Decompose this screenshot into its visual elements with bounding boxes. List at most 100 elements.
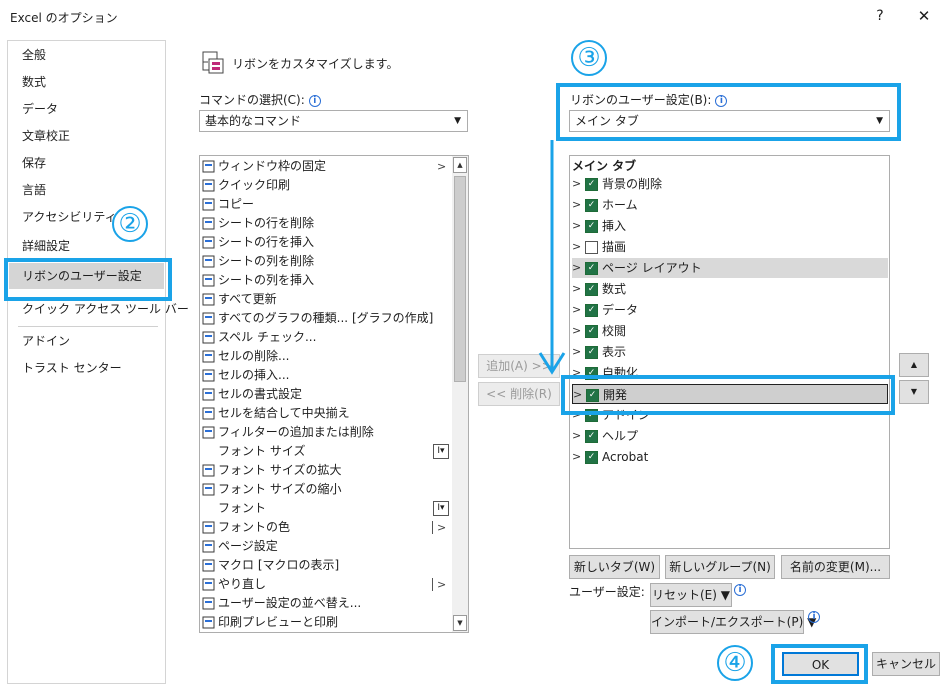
- expand-icon[interactable]: >: [572, 426, 581, 446]
- ribbon-tab-item[interactable]: > ✓ データ: [572, 300, 772, 320]
- new-group-button[interactable]: 新しいグループ(N): [665, 555, 775, 579]
- ribbon-tab-item[interactable]: > ✓ 挿入: [572, 216, 772, 236]
- ribbon-tab-item[interactable]: > ✓ 表示: [572, 342, 772, 362]
- commands-list[interactable]: ウィンドウ枠の固定 > クイック印刷 コピー シートの行を削除 シートの行を挿入 シートの列…: [199, 155, 469, 633]
- command-item[interactable]: ページ設定: [201, 537, 449, 556]
- expand-icon[interactable]: >: [572, 342, 581, 362]
- close-button[interactable]: ✕: [912, 4, 936, 28]
- copy-icon: [201, 197, 217, 212]
- checkbox[interactable]: ✓: [585, 325, 598, 338]
- checkbox[interactable]: ✓: [585, 304, 598, 317]
- command-item[interactable]: セルを結合して中央揃え: [201, 404, 449, 423]
- remove-button[interactable]: << 削除(R): [478, 382, 560, 406]
- expand-icon[interactable]: >: [572, 447, 581, 467]
- step-2-badge: ②: [112, 206, 148, 242]
- nav-item-trust-center[interactable]: トラスト センター: [9, 355, 164, 381]
- command-item[interactable]: シートの行を削除: [201, 214, 449, 233]
- nav-item-formulas[interactable]: 数式: [9, 69, 164, 95]
- expand-icon[interactable]: >: [572, 174, 581, 194]
- command-item[interactable]: スペル チェック...: [201, 328, 449, 347]
- expand-icon[interactable]: >: [572, 321, 581, 341]
- checkbox[interactable]: ✓: [585, 241, 598, 254]
- expand-icon[interactable]: >: [572, 300, 581, 320]
- command-item[interactable]: コピー: [201, 195, 449, 214]
- checkbox[interactable]: ✓: [585, 451, 598, 464]
- command-item[interactable]: ユーザー設定の並べ替え...: [201, 594, 449, 613]
- filter-icon: [201, 425, 217, 440]
- ribbon-tab-item[interactable]: > ✓ 背景の削除: [572, 174, 772, 194]
- ok-button[interactable]: OK: [782, 652, 859, 676]
- command-label: フォント サイズの拡大: [218, 463, 342, 477]
- scroll-down-button[interactable]: ▼: [453, 615, 467, 631]
- command-item[interactable]: 印刷プレビューと印刷: [201, 613, 449, 632]
- ribbon-tab-item[interactable]: > ✓ ホーム: [572, 195, 772, 215]
- ribbon-tab-item[interactable]: > ✓ Acrobat: [572, 447, 772, 467]
- checkbox[interactable]: ✓: [585, 220, 598, 233]
- reset-button[interactable]: リセット(E) ▼: [650, 583, 732, 607]
- ribbon-tab-item[interactable]: > ✓ 描画: [572, 237, 772, 257]
- nav-item-proofing[interactable]: 文章校正: [9, 123, 164, 149]
- ribbon-tab-item[interactable]: > ✓ ヘルプ: [572, 426, 772, 446]
- checkbox[interactable]: ✓: [585, 178, 598, 191]
- ribbon-tab-item[interactable]: > ✓ ページ レイアウト: [572, 258, 888, 278]
- nav-item-save[interactable]: 保存: [9, 150, 164, 176]
- rename-button[interactable]: 名前の変更(M)...: [781, 555, 890, 579]
- nav-item-general[interactable]: 全般: [9, 42, 164, 68]
- ribbon-tabs-tree[interactable]: メイン タブ > ✓ 背景の削除 > ✓ ホーム > ✓ 挿入 > ✓ 描画 > ✓ ページ レイアウト > ✓…: [569, 155, 890, 549]
- commands-label: コマンドの選択(C): i: [199, 91, 321, 108]
- commands-scrollbar[interactable]: ▲ ▼: [452, 156, 468, 632]
- command-item[interactable]: ウィンドウ枠の固定 >: [201, 157, 449, 176]
- command-item[interactable]: フォント サイズの縮小: [201, 480, 449, 499]
- checkbox[interactable]: ✓: [585, 199, 598, 212]
- move-up-button[interactable]: ▲: [899, 353, 929, 377]
- command-item[interactable]: シートの列を挿入: [201, 271, 449, 290]
- command-item[interactable]: すべてのグラフの種類... [グラフの作成]: [201, 309, 449, 328]
- command-item[interactable]: やり直し >: [201, 575, 449, 594]
- ribbon-dropdown[interactable]: メイン タブ ▼: [569, 110, 890, 132]
- redo-icon: [201, 577, 217, 592]
- checkbox[interactable]: ✓: [585, 262, 598, 275]
- command-item[interactable]: シートの列を削除: [201, 252, 449, 271]
- nav-item-language[interactable]: 言語: [9, 177, 164, 203]
- ribbon-tab-item[interactable]: > ✓ 数式: [572, 279, 772, 299]
- command-item[interactable]: セルの挿入...: [201, 366, 449, 385]
- info-icon: i: [308, 95, 321, 107]
- chevron-right-icon: >: [437, 160, 447, 173]
- window-title: Excel のオプション: [10, 11, 118, 25]
- checkbox[interactable]: ✓: [585, 283, 598, 296]
- command-item[interactable]: セルの削除...: [201, 347, 449, 366]
- command-item[interactable]: すべて更新: [201, 290, 449, 309]
- checkbox[interactable]: ✓: [585, 430, 598, 443]
- quick-print-icon: [201, 178, 217, 193]
- expand-icon[interactable]: >: [572, 195, 581, 215]
- new-tab-button[interactable]: 新しいタブ(W): [569, 555, 660, 579]
- commands-dropdown[interactable]: 基本的なコマンド ▼: [199, 110, 468, 132]
- command-item[interactable]: セルの書式設定: [201, 385, 449, 404]
- nav-item-addins[interactable]: アドイン: [9, 328, 164, 354]
- expand-icon[interactable]: >: [572, 279, 581, 299]
- expand-icon[interactable]: >: [572, 258, 581, 278]
- user-settings-label: ユーザー設定:: [569, 585, 645, 599]
- command-item[interactable]: フィルターの追加または削除: [201, 423, 449, 442]
- expand-icon[interactable]: >: [572, 237, 581, 257]
- ribbon-tab-item[interactable]: > ✓ 校閲: [572, 321, 772, 341]
- command-item[interactable]: シートの行を挿入: [201, 233, 449, 252]
- scroll-up-button[interactable]: ▲: [453, 157, 467, 173]
- command-item[interactable]: フォント サイズの拡大: [201, 461, 449, 480]
- scroll-thumb[interactable]: [454, 176, 466, 382]
- delete-cells-icon: [201, 349, 217, 364]
- nav-item-data[interactable]: データ: [9, 96, 164, 122]
- help-button[interactable]: ?: [868, 4, 892, 28]
- command-item[interactable]: フォント サイズ I▾: [201, 442, 449, 461]
- command-item[interactable]: フォント I▾: [201, 499, 449, 518]
- split-divider: [432, 521, 433, 534]
- cancel-button[interactable]: キャンセル: [872, 652, 940, 676]
- import-export-button[interactable]: インポート/エクスポート(P) ▼: [650, 610, 816, 634]
- command-item[interactable]: マクロ [マクロの表示]: [201, 556, 449, 575]
- move-down-button[interactable]: ▼: [899, 380, 929, 404]
- command-item[interactable]: フォントの色 >: [201, 518, 449, 537]
- command-item[interactable]: クイック印刷: [201, 176, 449, 195]
- checkbox[interactable]: ✓: [585, 346, 598, 359]
- macro-icon: [201, 558, 217, 573]
- expand-icon[interactable]: >: [572, 216, 581, 236]
